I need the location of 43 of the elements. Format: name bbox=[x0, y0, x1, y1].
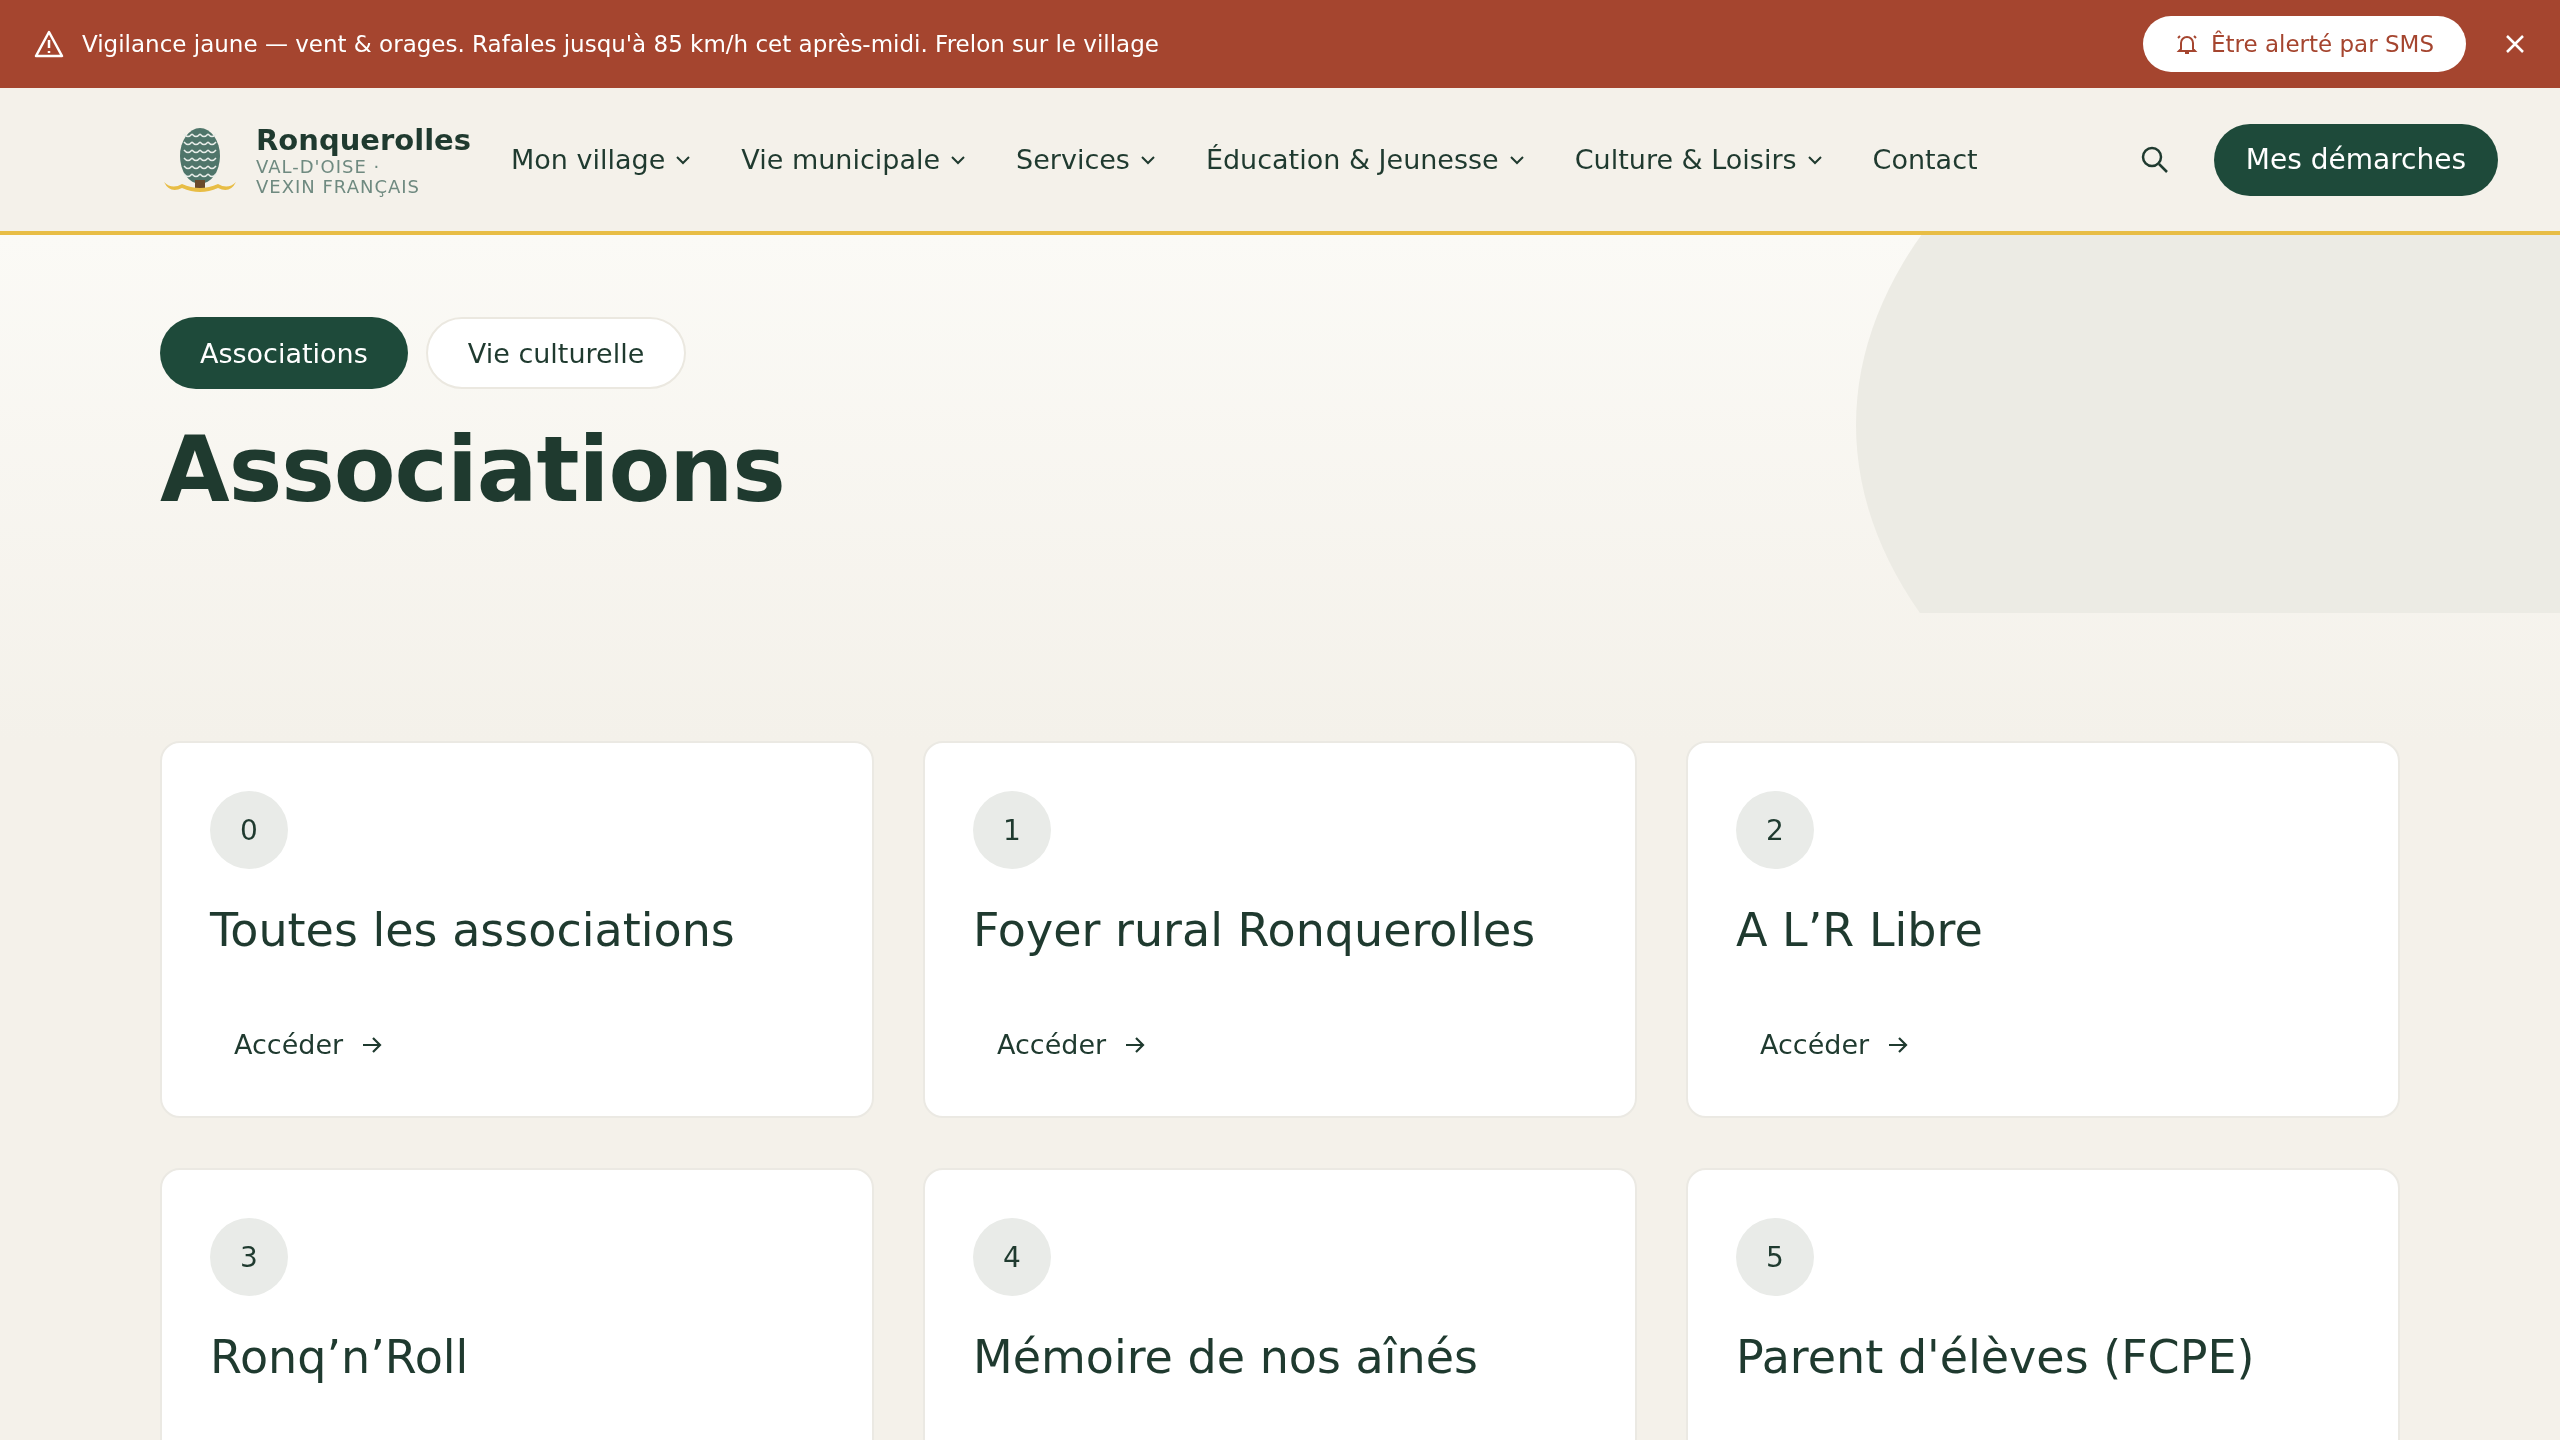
access-link[interactable]: Accéder bbox=[1760, 1029, 1910, 1060]
arrow-right-icon bbox=[1887, 1034, 1910, 1055]
sms-alert-button[interactable]: Être alerté par SMS bbox=[2142, 16, 2466, 72]
nav-link[interactable]: Éducation & Jeunesse bbox=[1205, 144, 1525, 175]
card-number: 2 bbox=[1736, 791, 1814, 869]
card-title: Mémoire de nos aînés bbox=[973, 1330, 1479, 1384]
card-title: Parent d'élèves (FCPE) bbox=[1736, 1330, 2256, 1384]
site-tagline: VAL-D'OISE · bbox=[256, 156, 381, 177]
nav-link[interactable]: Contact bbox=[1872, 144, 1978, 175]
card-title: Foyer rural Ronquerolles bbox=[973, 903, 1537, 957]
chevron-down-icon bbox=[675, 154, 692, 165]
chevron-down-icon bbox=[1806, 154, 1823, 165]
category-tab[interactable]: Associations bbox=[160, 317, 408, 389]
alert-message: Vigilance jaune — vent & orages. Rafales jusqu'à 85 km/h cet après-midi. Frelon sur le village bbox=[82, 31, 1160, 57]
card-number: 3 bbox=[210, 1218, 288, 1296]
site-name: Ronquerolles bbox=[256, 122, 471, 157]
chevron-down-icon bbox=[1508, 154, 1525, 165]
card-title: Toutes les associations bbox=[210, 903, 736, 957]
site-logo[interactable]: Ronquerolles VAL-D'OISE · VEXIN FRANÇAIS bbox=[160, 122, 471, 197]
mes-demarches-button[interactable]: Mes démarches bbox=[2213, 123, 2498, 196]
category-tab[interactable]: Vie culturelle bbox=[425, 317, 687, 389]
card-number: 4 bbox=[973, 1218, 1051, 1296]
card-title: Ronq’n’Roll bbox=[210, 1330, 470, 1384]
bell-icon bbox=[2174, 32, 2199, 56]
nav-link[interactable]: Vie municipale bbox=[741, 144, 967, 175]
arrow-right-icon bbox=[1124, 1034, 1147, 1055]
arrow-right-icon bbox=[361, 1034, 384, 1055]
warning-icon bbox=[34, 30, 64, 58]
chevron-down-icon bbox=[1139, 154, 1156, 165]
search-button[interactable] bbox=[2139, 144, 2170, 175]
nav-link[interactable]: Services bbox=[1016, 144, 1156, 175]
chevron-down-icon bbox=[950, 154, 967, 165]
card-number: 0 bbox=[210, 791, 288, 869]
nav-link[interactable]: Mon village bbox=[511, 144, 692, 175]
close-button[interactable] bbox=[2504, 33, 2526, 55]
access-link[interactable]: Accéder bbox=[234, 1029, 384, 1060]
access-link[interactable]: Accéder bbox=[997, 1029, 1147, 1060]
page-title: Associations bbox=[160, 417, 786, 522]
nav-link[interactable]: Culture & Loisirs bbox=[1574, 144, 1823, 175]
card-number: 5 bbox=[1736, 1218, 1814, 1296]
site-tagline: VEXIN FRANÇAIS bbox=[256, 176, 422, 197]
card-title: A L’R Libre bbox=[1736, 903, 1984, 957]
card-number: 1 bbox=[973, 791, 1051, 869]
